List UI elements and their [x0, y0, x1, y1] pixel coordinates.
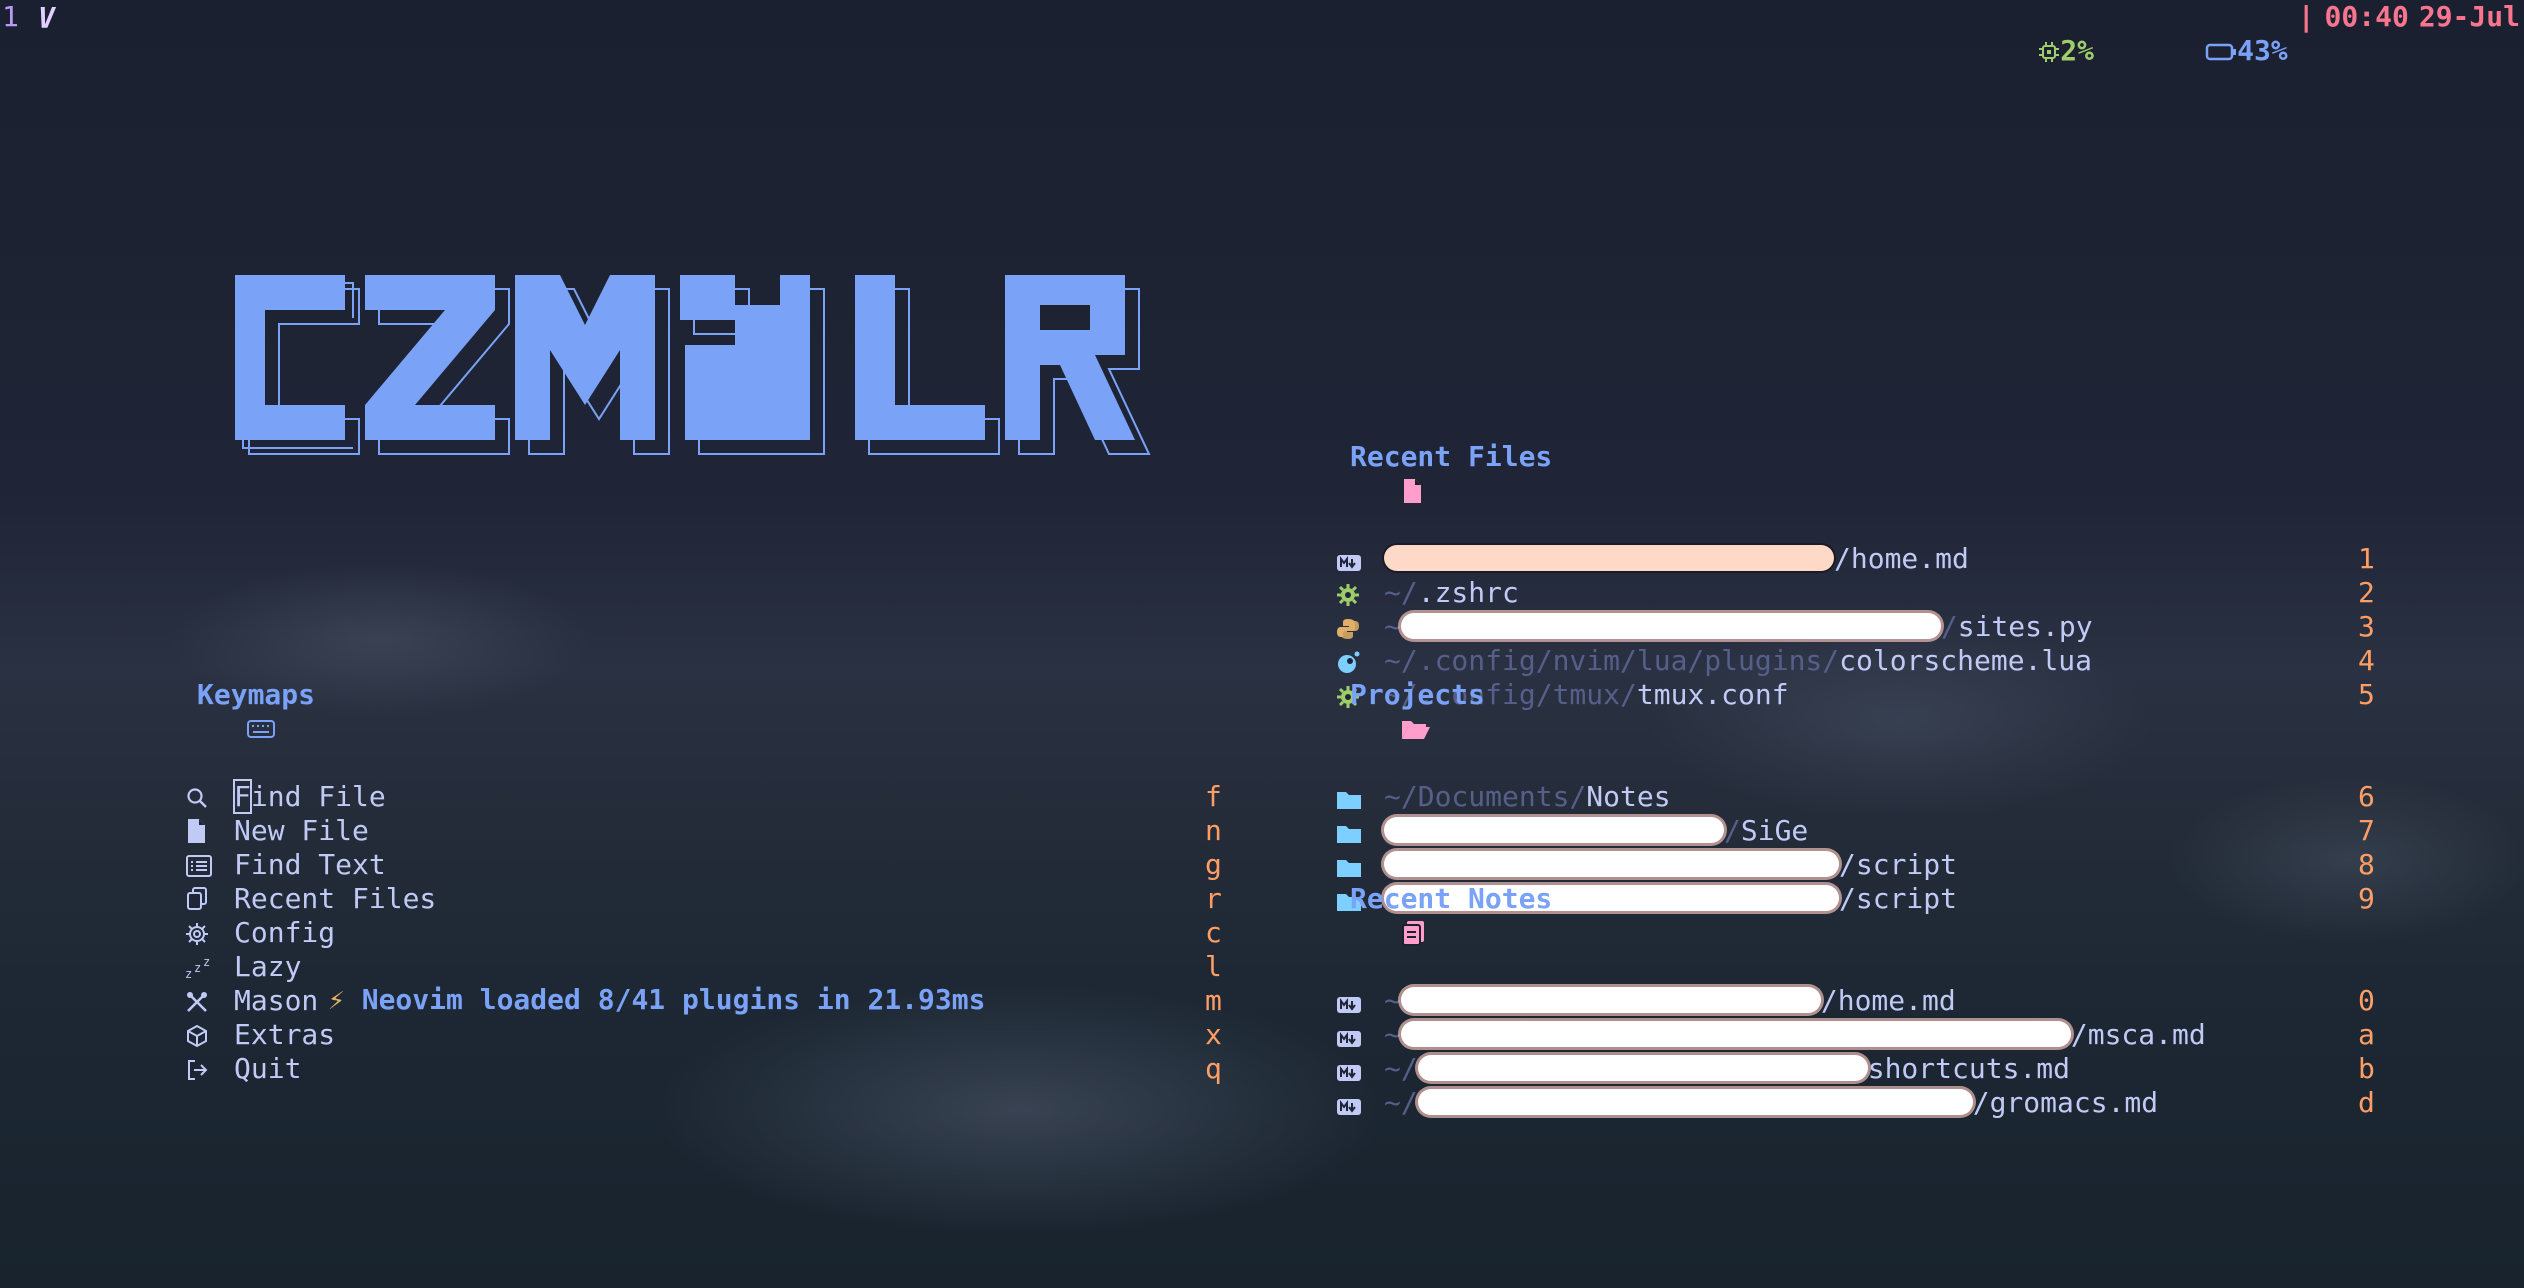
keymap-shortcut: r: [1205, 882, 1222, 915]
file-path: /home.md: [1384, 542, 1969, 576]
keymap-label: Extras: [234, 1018, 336, 1051]
startup-time: 21.93ms: [867, 983, 986, 1016]
keymap-shortcut: g: [1205, 848, 1222, 881]
keymap-shortcut: q: [1205, 1052, 1222, 1085]
item-shortcut: a: [2358, 1018, 2375, 1051]
item-shortcut: 6: [2358, 780, 2375, 813]
cpu-value: 2%: [2060, 34, 2094, 67]
sleep-icon: zzz: [185, 954, 215, 988]
note-path: ~/home.md: [1384, 984, 1956, 1017]
startup-stats: ⚡ Neovim loaded 8/41 plugins in 21.93ms: [328, 983, 985, 1017]
redacted-path: [1400, 987, 1821, 1013]
recent-note-item[interactable]: ~/shortcuts.md b: [1300, 1052, 2380, 1086]
recent-note-item[interactable]: ~/home.md 0: [1300, 984, 2380, 1018]
redacted-path: [1384, 545, 1834, 571]
recent-note-item[interactable]: ~/msca.md a: [1300, 1018, 2380, 1052]
keymap-label: Mason: [234, 984, 319, 1017]
keymap-label: Find File: [233, 779, 386, 814]
cpu-icon: [2039, 42, 2060, 62]
keymap-shortcut: m: [1205, 984, 1222, 1017]
list-icon: [185, 852, 213, 886]
recent-notes-header: Recent Notes: [1300, 882, 2380, 946]
item-shortcut: b: [2358, 1052, 2375, 1085]
gear-icon: [185, 920, 209, 954]
note-path: ~//gromacs.md: [1384, 1086, 2159, 1119]
battery-icon: [2205, 43, 2237, 61]
keymap-item-extras[interactable]: Extras x: [145, 1018, 1225, 1052]
clock-date: 29-Jul: [2418, 0, 2520, 33]
project-path: ~/Documents/Notes: [1384, 780, 1671, 813]
ascii-banner: [215, 265, 1155, 475]
projects-title: Projects: [1350, 678, 1485, 711]
keymap-item-lazy[interactable]: z z z Lazy l: [145, 950, 1225, 984]
banner-logo: [235, 275, 1151, 455]
redacted-path: [1417, 1055, 1868, 1081]
exit-icon: [185, 1056, 209, 1090]
workspace-indicator[interactable]: 1: [2, 0, 19, 34]
separator: |: [2297, 0, 2315, 33]
keymap-label: Recent Files: [234, 882, 437, 915]
lightning-icon: ⚡: [328, 983, 345, 1016]
keymap-item-quit[interactable]: Quit q: [145, 1052, 1225, 1086]
recent-notes-section: Recent Notes ~/home.md 0 ~/msca.md a ~/short…: [1300, 814, 2380, 1154]
cpu-indicator: 2%: [1937, 0, 2094, 102]
keymap-label: Config: [234, 916, 336, 949]
startup-prefix: Neovim loaded: [361, 983, 598, 1016]
note-path: ~/shortcuts.md: [1384, 1052, 2071, 1085]
box-icon: [185, 1022, 209, 1056]
keymap-shortcut: l: [1205, 950, 1222, 983]
battery-value: 43%: [2237, 34, 2288, 67]
keymap-item-new-file[interactable]: New File n: [145, 814, 1225, 848]
keymap-item-find-file[interactable]: Find File f: [145, 779, 1225, 814]
recent-notes-title: Recent Notes: [1350, 882, 1553, 915]
keymap-item-recent-files[interactable]: Recent Files r: [145, 882, 1225, 916]
note-path: ~/msca.md: [1384, 1018, 2206, 1051]
status-bar: 1 V 2% 43% | 00:40 29-Jul: [0, 0, 2524, 67]
app-logo: V: [38, 2, 55, 35]
item-shortcut: 2: [2358, 576, 2375, 609]
redacted-path: [1400, 1021, 2071, 1047]
keymap-shortcut: x: [1205, 1018, 1222, 1051]
keymap-shortcut: f: [1205, 780, 1222, 813]
svg-text:z: z: [203, 956, 210, 969]
item-shortcut: 0: [2358, 984, 2375, 1017]
keymap-label: Find Text: [234, 848, 386, 881]
project-item[interactable]: ~/Documents/Notes 6: [1300, 780, 2380, 814]
keymap-shortcut: c: [1205, 916, 1222, 949]
search-icon: [185, 784, 209, 818]
copy-icon: [185, 886, 209, 920]
keymaps-title: Keymaps: [197, 678, 316, 711]
recent-files-header: Recent Files: [1300, 440, 2380, 503]
recent-file-item[interactable]: ~/.zshrc 2: [1300, 576, 2380, 610]
svg-text:z: z: [194, 961, 201, 975]
redacted-path: [1417, 1089, 1973, 1115]
battery-indicator: 43%: [2104, 0, 2288, 102]
markdown-icon: [1336, 1091, 1362, 1125]
svg-text:z: z: [185, 967, 192, 980]
recent-files-title: Recent Files: [1350, 440, 1553, 473]
keymap-label: New File: [234, 814, 369, 847]
clock-time: 00:40: [2324, 0, 2409, 33]
keymap-shortcut: n: [1205, 814, 1222, 847]
item-shortcut: d: [2358, 1086, 2375, 1119]
tools-icon: [185, 988, 209, 1022]
startup-middle: plugins in: [665, 983, 868, 1016]
keymaps-header: Keymaps: [145, 678, 1225, 738]
keymap-item-config[interactable]: Config c: [145, 916, 1225, 950]
keymap-label: Quit: [234, 1052, 302, 1085]
recent-note-item[interactable]: ~//gromacs.md d: [1300, 1086, 2380, 1120]
file-path: ~/.zshrc: [1384, 576, 1519, 609]
file-icon: [185, 818, 207, 852]
keymap-item-find-text[interactable]: Find Text g: [145, 848, 1225, 882]
plugin-count: 8/41: [597, 983, 666, 1016]
item-shortcut: 1: [2358, 542, 2375, 575]
keymaps-section: Keymaps Find File f New File n Find Text g Rec…: [145, 610, 1225, 1120]
recent-file-item[interactable]: /home.md 1: [1300, 542, 2380, 576]
keymap-label: Lazy: [234, 950, 302, 983]
projects-header: Projects: [1300, 678, 2380, 739]
